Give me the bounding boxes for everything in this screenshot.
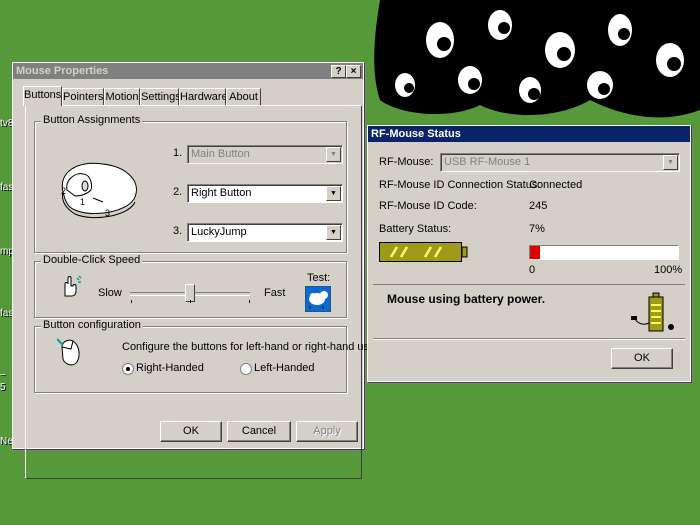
window-title: Mouse Properties: [16, 65, 109, 77]
scale-min-label: 0: [529, 264, 536, 276]
hand-pointer-icon: [64, 275, 82, 297]
close-button[interactable]: ×: [346, 65, 361, 78]
mouse-number-3: 3: [105, 208, 111, 218]
button-2-select[interactable]: Right Button ▼: [187, 184, 343, 203]
tab-buttons[interactable]: Buttons: [23, 86, 62, 106]
tab-hardware[interactable]: Hardware: [179, 88, 228, 105]
right-handed-radio[interactable]: [122, 363, 134, 375]
tab-settings[interactable]: Settings: [140, 88, 181, 105]
left-handed-radio[interactable]: [240, 363, 252, 375]
power-panel: Mouse using battery power.: [373, 284, 685, 335]
desktop-icon-label[interactable]: Ne: [0, 436, 13, 447]
slow-label: Slow: [98, 287, 122, 299]
scale-max-label: 100%: [654, 264, 683, 276]
mouse-properties-dialog: Mouse Properties ? × Buttons Pointers Mo…: [12, 62, 378, 479]
slider-tick: [190, 300, 191, 303]
group-label: Button configuration: [41, 319, 143, 331]
select-value: LuckyJump: [191, 226, 247, 238]
button-3-select[interactable]: LuckyJump ▼: [187, 223, 343, 242]
fast-label: Fast: [264, 287, 286, 299]
divider: [373, 338, 685, 340]
slider-tick: [131, 300, 132, 303]
configuration-description: Configure the buttons for left-hand or r…: [122, 341, 379, 353]
rf-mouse-label: RF-Mouse:: [379, 156, 434, 168]
connection-status-label: RF-Mouse ID Connection Status:: [379, 179, 541, 191]
chevron-down-icon: ▼: [326, 147, 341, 162]
group-label: Button Assignments: [41, 114, 143, 126]
rf-status-titlebar[interactable]: RF-Mouse Status: [368, 126, 690, 142]
id-code-value: 245: [529, 200, 548, 212]
battery-level-bar: [529, 245, 679, 260]
assignment-number: 3.: [173, 225, 183, 237]
group-label: Double-Click Speed: [41, 254, 143, 266]
chevron-down-icon[interactable]: ▼: [326, 186, 341, 201]
right-handed-label[interactable]: Right-Handed: [136, 362, 204, 374]
rf-ok-button[interactable]: OK: [611, 348, 673, 369]
chevron-down-icon: ▼: [663, 155, 678, 170]
desktop-icon-label[interactable]: ~: [0, 370, 6, 381]
battery-status-label: Battery Status:: [379, 223, 452, 235]
ok-button[interactable]: OK: [160, 421, 222, 442]
select-value: Right Button: [191, 187, 252, 199]
apply-button[interactable]: Apply: [296, 421, 358, 442]
mouse-icon: [57, 338, 80, 366]
mouse-properties-titlebar[interactable]: Mouse Properties ? ×: [13, 63, 363, 79]
wallpaper-pattern: [360, 0, 700, 130]
assignment-number: 1.: [173, 147, 183, 159]
test-area-icon[interactable]: [305, 286, 331, 312]
battery-status-value: 7%: [529, 223, 545, 235]
button-1-select: Main Button ▼: [187, 145, 343, 164]
battery-level-fill: [530, 246, 540, 259]
battery-icon: [379, 242, 468, 262]
select-value: USB RF-Mouse 1: [444, 156, 531, 168]
left-handed-label[interactable]: Left-Handed: [254, 362, 315, 374]
id-code-label: RF-Mouse ID Code:: [379, 200, 477, 212]
window-title: RF-Mouse Status: [371, 128, 461, 140]
desktop-icon-label[interactable]: 5: [0, 382, 6, 393]
rf-mouse-select: USB RF-Mouse 1 ▼: [440, 153, 680, 172]
power-message: Mouse using battery power.: [387, 292, 546, 306]
button-configuration-group: Button configuration Configure the butto…: [34, 319, 378, 393]
assignment-number: 2.: [173, 186, 183, 198]
tab-pointers[interactable]: Pointers: [62, 88, 104, 105]
tab-motion[interactable]: Motion: [104, 88, 140, 105]
test-label: Test:: [307, 272, 331, 284]
slider-tick: [249, 300, 250, 303]
help-button[interactable]: ?: [331, 65, 346, 78]
mouse-diagram-icon: [61, 162, 137, 219]
rf-mouse-status-dialog: RF-Mouse Status RF-Mouse: USB RF-Mouse 1…: [367, 125, 691, 382]
battery-power-icon: [631, 292, 674, 332]
tab-about[interactable]: About: [226, 88, 261, 105]
button-assignments-group: Button Assignments 2 1 3 1. Main Button …: [34, 114, 347, 253]
mouse-number-1: 1: [80, 197, 86, 207]
mouse-number-2: 2: [61, 186, 67, 196]
cancel-button[interactable]: Cancel: [227, 421, 291, 442]
double-click-speed-group: Double-Click Speed Slow Fast Test:: [34, 254, 347, 318]
chevron-down-icon[interactable]: ▼: [326, 225, 341, 240]
connection-status-value: Connected: [529, 179, 583, 191]
select-value: Main Button: [191, 148, 250, 160]
